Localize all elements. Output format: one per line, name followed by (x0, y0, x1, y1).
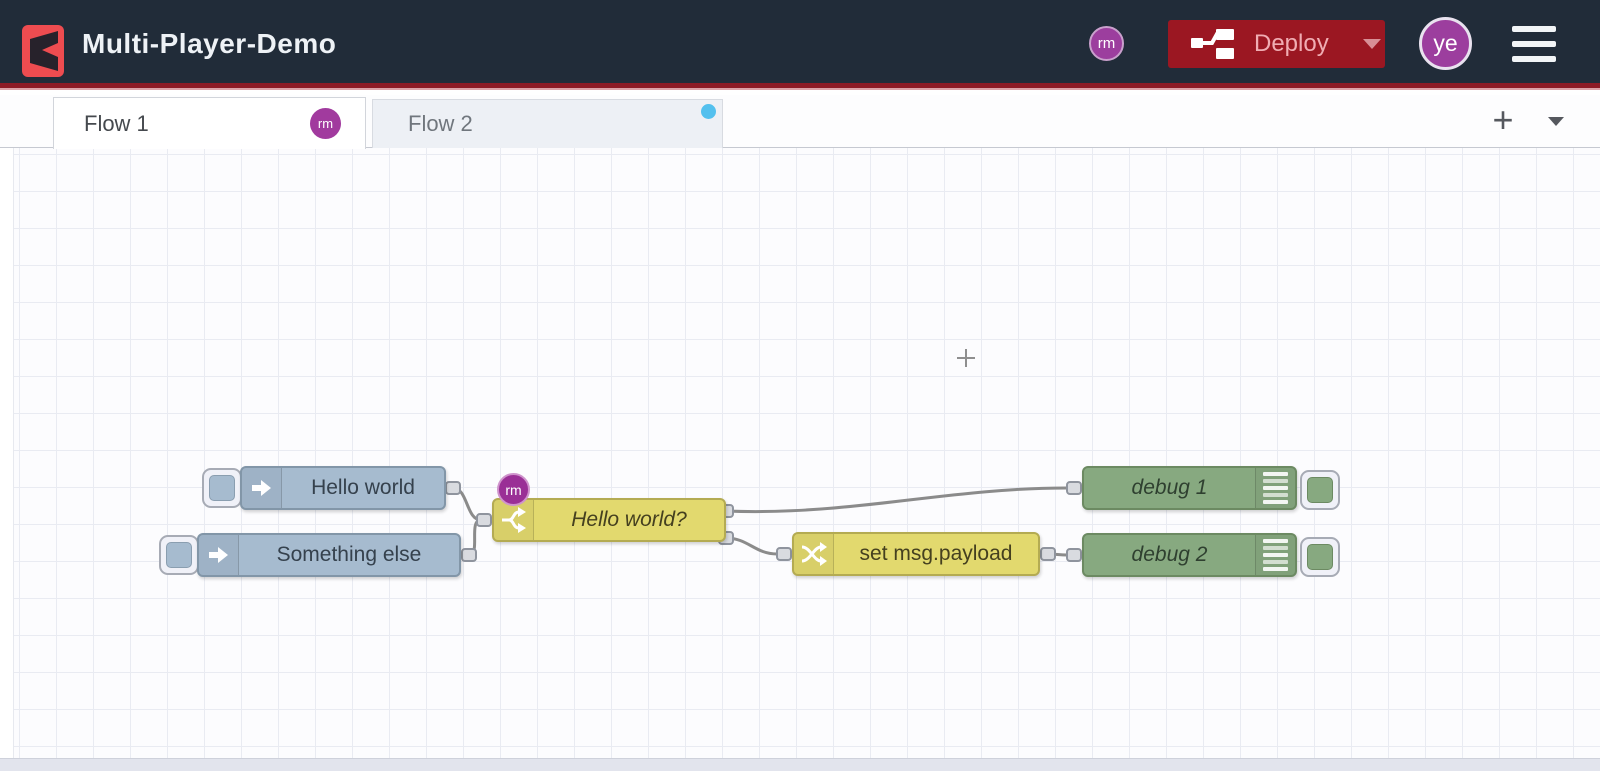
add-flow-button[interactable]: + (1482, 95, 1524, 147)
port-out-change[interactable] (1040, 547, 1056, 561)
node-label: set msg.payload (859, 542, 1013, 565)
deploy-nodes-icon (1191, 29, 1234, 59)
port-in-change[interactable] (776, 547, 792, 561)
node-collaborator-badge: rm (497, 473, 530, 506)
page-title: Multi-Player-Demo (82, 28, 337, 59)
node-inject-something-else[interactable]: Something else (197, 533, 461, 577)
node-label: debug 1 (1131, 476, 1208, 499)
flow-editor-window: Multi-Player-Demo rm Deploy ye Flow 1 rm… (0, 0, 1600, 771)
app-header: Multi-Player-Demo rm Deploy ye (0, 0, 1600, 90)
tab-collaborator-badge: rm (310, 108, 341, 139)
port-in-debug-1[interactable] (1066, 481, 1082, 495)
flow-tab-bar: Flow 1 rm Flow 2 + (0, 95, 1600, 149)
port-in-debug-2[interactable] (1066, 548, 1082, 562)
debug-messages-icon (1255, 468, 1295, 508)
node-label: Hello world (311, 476, 415, 499)
inject-arrow-icon (242, 468, 282, 508)
user-avatar[interactable]: ye (1419, 17, 1472, 70)
flow-canvas[interactable]: Hello world Something else Hello world? … (0, 148, 1600, 771)
wire-layer (452, 486, 1068, 557)
inject-arrow-icon (199, 535, 239, 575)
node-switch-hello-world[interactable]: Hello world? (492, 498, 726, 542)
collaborator-avatar[interactable]: rm (1089, 26, 1124, 61)
main-menu-icon[interactable] (1512, 26, 1556, 62)
debug-messages-icon (1255, 535, 1295, 575)
node-change-set-payload[interactable]: set msg.payload (792, 532, 1040, 576)
deploy-options-caret-icon[interactable] (1362, 39, 1381, 49)
inject-trigger-button[interactable] (202, 468, 242, 508)
port-out-inject-hello-world[interactable] (445, 481, 461, 495)
change-shuffle-icon (794, 534, 834, 574)
port-out-inject-something-else[interactable] (461, 548, 477, 562)
debug-toggle-button[interactable] (1300, 537, 1340, 577)
flowfuse-logo-icon[interactable] (22, 25, 64, 77)
node-label: Hello world? (571, 508, 687, 531)
wire[interactable] (725, 486, 1068, 514)
tab-label: Flow 1 (84, 110, 149, 136)
deploy-button-label: Deploy (1254, 30, 1329, 57)
inject-trigger-button[interactable] (159, 535, 199, 575)
crosshair-cursor-icon (957, 349, 975, 367)
tab-flow-1[interactable]: Flow 1 rm (53, 97, 366, 149)
node-debug-1[interactable]: debug 1 (1082, 466, 1297, 510)
logo-glyph (30, 31, 58, 71)
modified-indicator-dot (701, 104, 716, 119)
node-label: Something else (276, 543, 422, 566)
node-debug-2[interactable]: debug 2 (1082, 533, 1297, 577)
tab-label: Flow 2 (408, 111, 473, 136)
flow-list-caret-icon[interactable] (1548, 117, 1564, 126)
switch-fork-icon (494, 500, 534, 540)
deploy-button[interactable]: Deploy (1168, 20, 1385, 68)
port-in-switch[interactable] (476, 513, 492, 527)
node-label: debug 2 (1131, 543, 1208, 566)
tab-flow-2[interactable]: Flow 2 (372, 99, 723, 149)
debug-toggle-button[interactable] (1300, 470, 1340, 510)
node-inject-hello-world[interactable]: Hello world (240, 466, 446, 510)
